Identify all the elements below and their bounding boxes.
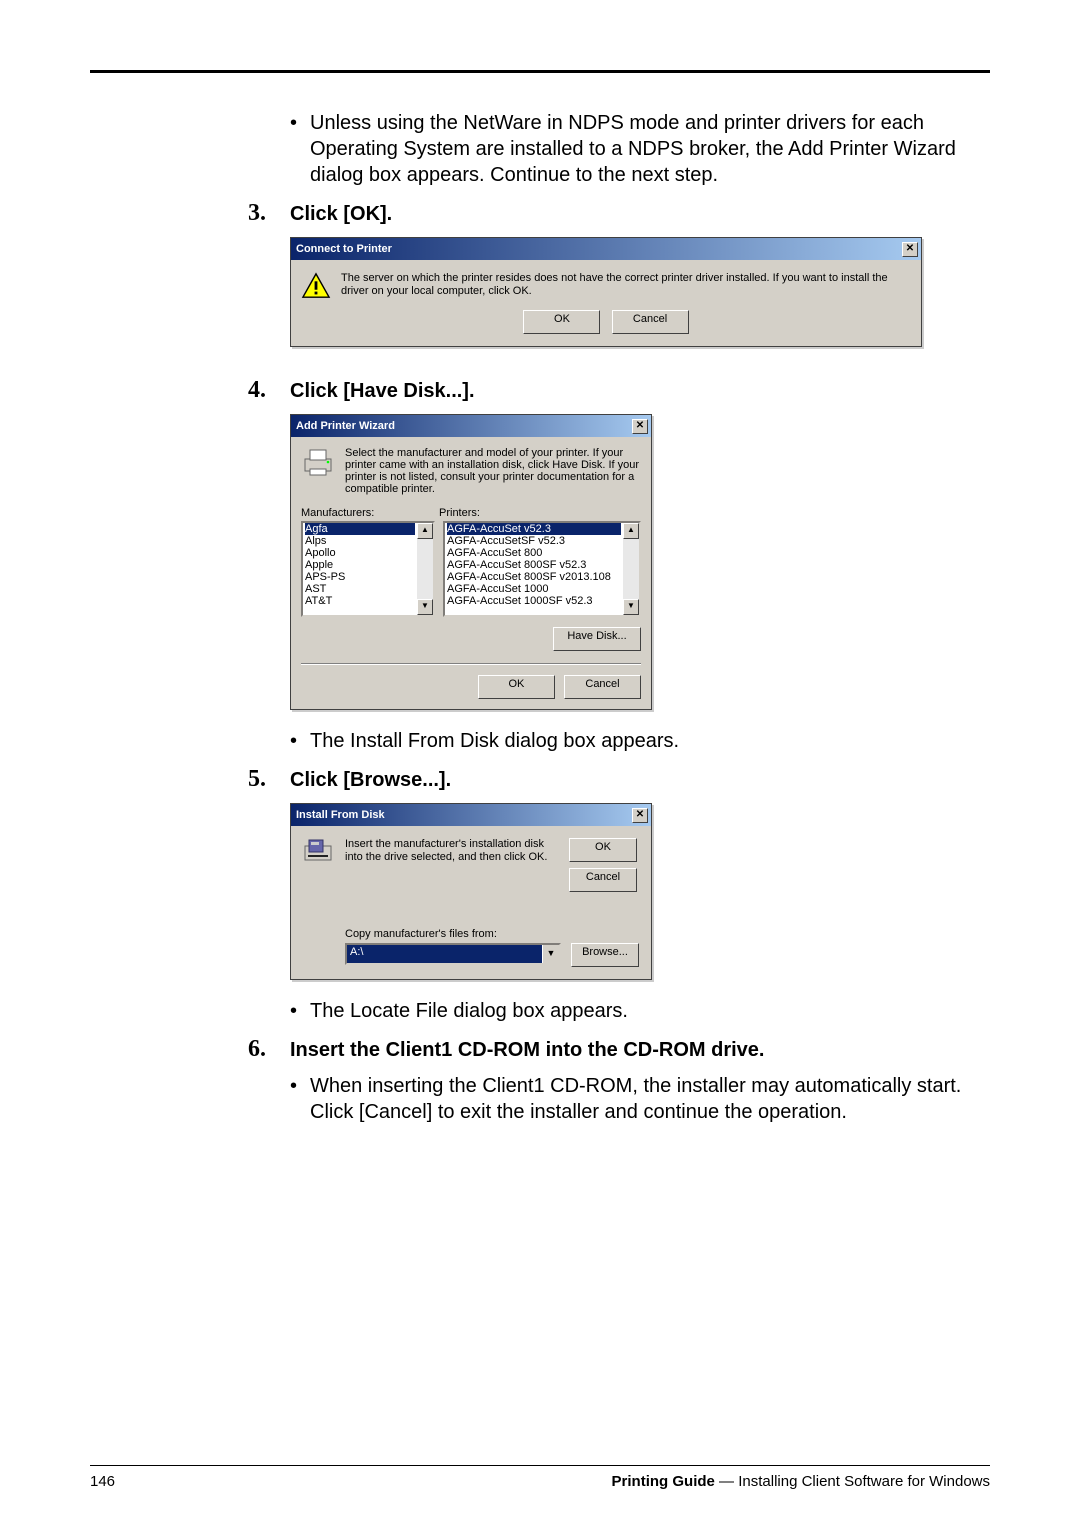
install-from-disk-text: The Install From Disk dialog box appears… — [310, 728, 990, 754]
footer-rule — [90, 1465, 990, 1466]
scrollbar[interactable]: ▲ ▼ — [417, 523, 433, 615]
cancel-button[interactable]: Cancel — [569, 868, 637, 892]
list-item[interactable]: Apple — [305, 559, 415, 571]
step-4-label: Click [Have Disk...]. — [290, 380, 475, 403]
copy-from-path: A:\ — [347, 945, 542, 963]
list-item[interactable]: Apollo — [305, 547, 415, 559]
step-3-number: 3. — [248, 200, 290, 227]
printers-label: Printers: — [439, 507, 641, 519]
list-item[interactable]: AGFA-AccuSet 800 — [447, 547, 621, 559]
step-3-label: Click [OK]. — [290, 203, 392, 226]
list-item[interactable]: AGFA-AccuSet 800SF v52.3 — [447, 559, 621, 571]
scrollbar[interactable]: ▲ ▼ — [623, 523, 639, 615]
printer-icon — [301, 447, 335, 477]
scroll-up-icon[interactable]: ▲ — [417, 523, 433, 539]
list-item[interactable]: AGFA-AccuSetSF v52.3 — [447, 535, 621, 547]
chevron-down-icon[interactable]: ▼ — [542, 945, 559, 963]
scroll-down-icon[interactable]: ▼ — [623, 599, 639, 615]
browse-button[interactable]: Browse... — [571, 943, 639, 967]
cdrom-bullet: • When inserting the Client1 CD-ROM, the… — [290, 1073, 990, 1125]
ok-button[interactable]: OK — [478, 675, 555, 699]
step-5-number: 5. — [248, 766, 290, 793]
locate-file-bullet: • The Locate File dialog box appears. — [290, 998, 990, 1024]
top-rule — [90, 70, 990, 73]
locate-file-text: The Locate File dialog box appears. — [310, 998, 990, 1024]
dialog-add-printer-wizard: Add Printer Wizard ✕ Select the manufact… — [290, 414, 652, 710]
scroll-up-icon[interactable]: ▲ — [623, 523, 639, 539]
dialog-message: The server on which the printer resides … — [341, 272, 911, 300]
dialog-buttons: OK Cancel — [291, 306, 921, 346]
dialog-title-text: Add Printer Wizard — [296, 420, 395, 432]
dialog-title-text: Connect to Printer — [296, 243, 392, 255]
warning-icon — [301, 272, 331, 300]
bullet-dot: • — [290, 728, 310, 754]
manufacturers-listbox[interactable]: Agfa Alps Apollo Apple APS-PS AST AT&T ▲… — [301, 521, 435, 617]
dialog-body: Select the manufacturer and model of you… — [291, 437, 651, 709]
dialog-message: Insert the manufacturer's installation d… — [345, 838, 557, 892]
list-item[interactable]: AGFA-AccuSet 1000 — [447, 583, 621, 595]
dialog-connect-to-printer: Connect to Printer ✕ The server on which… — [290, 237, 922, 347]
close-icon[interactable]: ✕ — [902, 242, 918, 257]
footer-title: Printing Guide — [612, 1473, 715, 1490]
dialog-title-text: Install From Disk — [296, 809, 385, 821]
list-item[interactable]: APS-PS — [305, 571, 415, 583]
cancel-button[interactable]: Cancel — [612, 310, 689, 334]
list-item[interactable]: Agfa — [305, 523, 415, 535]
copy-from-label: Copy manufacturer's files from: — [345, 928, 639, 940]
floppy-drive-icon — [303, 838, 333, 866]
list-item[interactable]: Alps — [305, 535, 415, 547]
dialog-titlebar: Add Printer Wizard ✕ — [291, 415, 651, 437]
manufacturers-label: Manufacturers: — [301, 507, 431, 519]
intro-text: Unless using the NetWare in NDPS mode an… — [310, 110, 990, 188]
copy-from-dropdown[interactable]: A:\ ▼ — [345, 943, 561, 965]
dialog-body: Insert the manufacturer's installation d… — [291, 826, 651, 979]
ok-button[interactable]: OK — [569, 838, 637, 862]
dialog-instruction: Select the manufacturer and model of you… — [345, 447, 641, 495]
step-3: 3. Click [OK]. — [248, 200, 990, 227]
scroll-down-icon[interactable]: ▼ — [417, 599, 433, 615]
install-from-disk-bullet: • The Install From Disk dialog box appea… — [290, 728, 990, 754]
ok-button[interactable]: OK — [523, 310, 600, 334]
list-item[interactable]: AGFA-AccuSet 1000SF v52.3 — [447, 595, 621, 607]
step-6-label: Insert the Client1 CD-ROM into the CD-RO… — [290, 1039, 764, 1062]
have-disk-button[interactable]: Have Disk... — [553, 627, 641, 651]
bullet-dot: • — [290, 1073, 310, 1125]
step-5: 5. Click [Browse...]. — [248, 766, 990, 793]
cancel-button[interactable]: Cancel — [564, 675, 641, 699]
list-item[interactable]: AGFA-AccuSet v52.3 — [447, 523, 621, 535]
step-5-label: Click [Browse...]. — [290, 769, 451, 792]
dialog-titlebar: Connect to Printer ✕ — [291, 238, 921, 260]
dialog-titlebar: Install From Disk ✕ — [291, 804, 651, 826]
dialog-install-from-disk: Install From Disk ✕ Insert the manufactu… — [290, 803, 652, 980]
footer-section: — Installing Client Software for Windows — [715, 1473, 990, 1490]
step-6-number: 6. — [248, 1036, 290, 1063]
intro-bullet: • Unless using the NetWare in NDPS mode … — [290, 110, 990, 188]
page-number: 146 — [90, 1473, 115, 1490]
close-icon[interactable]: ✕ — [632, 808, 648, 823]
printers-listbox[interactable]: AGFA-AccuSet v52.3 AGFA-AccuSetSF v52.3 … — [443, 521, 641, 617]
footer-text: Printing Guide — Installing Client Softw… — [612, 1473, 990, 1490]
bullet-dot: • — [290, 998, 310, 1024]
close-icon[interactable]: ✕ — [632, 419, 648, 434]
step-6: 6. Insert the Client1 CD-ROM into the CD… — [248, 1036, 990, 1063]
step-4-number: 4. — [248, 377, 290, 404]
list-item[interactable]: AST — [305, 583, 415, 595]
dialog-body: The server on which the printer resides … — [291, 260, 921, 306]
list-item[interactable]: AGFA-AccuSet 800SF v2013.108 — [447, 571, 621, 583]
cdrom-text: When inserting the Client1 CD-ROM, the i… — [310, 1073, 990, 1125]
list-item[interactable]: AT&T — [305, 595, 415, 607]
step-4: 4. Click [Have Disk...]. — [248, 377, 990, 404]
bullet-dot: • — [290, 110, 310, 188]
